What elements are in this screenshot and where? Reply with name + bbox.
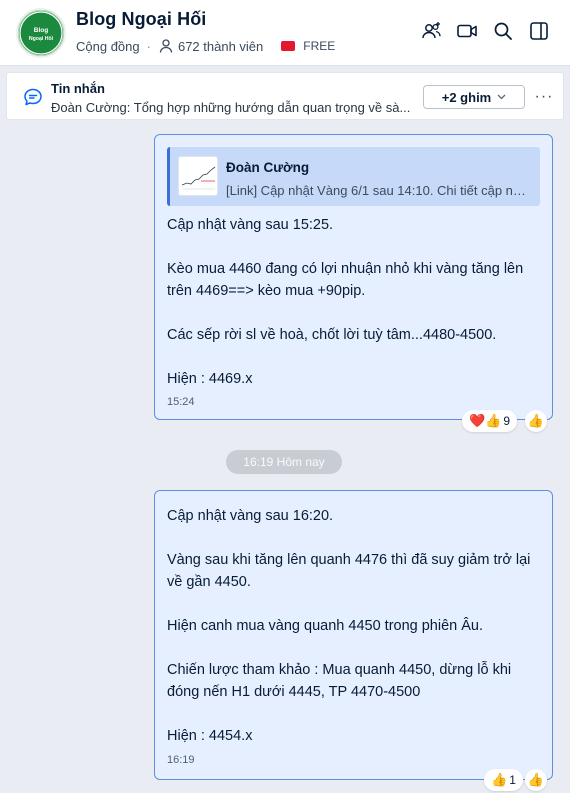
- message-time: 16:19: [167, 754, 195, 766]
- group-title[interactable]: Blog Ngoại Hối: [76, 9, 206, 30]
- message-time: 15:24: [167, 396, 195, 408]
- more-pins-button[interactable]: +2 ghim: [423, 85, 525, 109]
- reaction-count: 9: [503, 414, 511, 428]
- more-pins-label: +2 ghim: [441, 89, 492, 105]
- separator-dot: ·: [146, 38, 151, 54]
- pinned-label: Tin nhắn: [51, 81, 105, 96]
- quote-text: [Link] Cập nhật Vàng 6/1 sau 14:10. Chi …: [226, 183, 532, 198]
- message-bubble[interactable]: Đoàn Cường [Link] Cập nhật Vàng 6/1 sau …: [154, 134, 553, 420]
- plan-flag-icon: [281, 41, 296, 51]
- group-subtitle: Cộng đồng · 672 thành viên FREE: [76, 38, 335, 54]
- plan-label: FREE: [303, 39, 336, 53]
- reaction-count: 1: [509, 773, 516, 787]
- chat-header: Blog Ngoại Hối Blog Ngoại Hối Cộng đồng …: [0, 0, 570, 66]
- plan-badge: FREE: [281, 39, 335, 53]
- svg-text:Blog: Blog: [34, 27, 48, 34]
- message-bubble-icon: [23, 87, 43, 107]
- add-reaction-button[interactable]: 👍: [525, 769, 547, 791]
- reaction-summary[interactable]: 👍 1: [484, 769, 523, 791]
- quoted-message[interactable]: Đoàn Cường [Link] Cập nhật Vàng 6/1 sau …: [167, 147, 540, 206]
- header-actions: [420, 20, 550, 42]
- member-icon: [158, 38, 174, 54]
- time-divider: 16:19 Hôm nay: [226, 450, 342, 474]
- pinned-preview[interactable]: Đoàn Cường: Tổng hợp những hướng dẫn qua…: [51, 100, 413, 115]
- group-avatar[interactable]: Blog Ngoại Hối: [16, 8, 66, 58]
- sidebar-toggle-icon[interactable]: [528, 20, 550, 42]
- quote-author: Đoàn Cường: [226, 160, 310, 175]
- reaction-emojis: 👍: [491, 772, 508, 787]
- quote-thumbnail: [178, 156, 218, 196]
- chevron-down-icon: [497, 92, 506, 102]
- message-text: Cập nhật vàng sau 15:25. Kèo mua 4460 đa…: [167, 217, 524, 387]
- reaction-summary[interactable]: ❤️👍 9: [462, 410, 518, 432]
- svg-text:Ngoại Hối: Ngoại Hối: [29, 35, 54, 42]
- message-bubble[interactable]: Cập nhật vàng sau 16:20. Vàng sau khi tă…: [154, 490, 553, 780]
- group-category: Cộng đồng: [76, 38, 140, 54]
- search-icon[interactable]: [492, 20, 514, 42]
- chart-thumbnail-icon: [179, 157, 217, 195]
- member-count[interactable]: 672 thành viên: [178, 39, 263, 54]
- pinned-message-bar[interactable]: Tin nhắn Đoàn Cường: Tổng hợp những hướn…: [6, 72, 564, 120]
- add-member-icon[interactable]: [420, 20, 442, 42]
- add-reaction-button[interactable]: 👍: [525, 410, 547, 432]
- reaction-emojis: ❤️👍: [469, 413, 502, 428]
- group-logo: Blog Ngoại Hối: [19, 11, 63, 55]
- message-text: Cập nhật vàng sau 16:20. Vàng sau khi tă…: [167, 508, 531, 744]
- video-call-icon[interactable]: [456, 20, 478, 42]
- more-options-button[interactable]: ···: [531, 85, 557, 109]
